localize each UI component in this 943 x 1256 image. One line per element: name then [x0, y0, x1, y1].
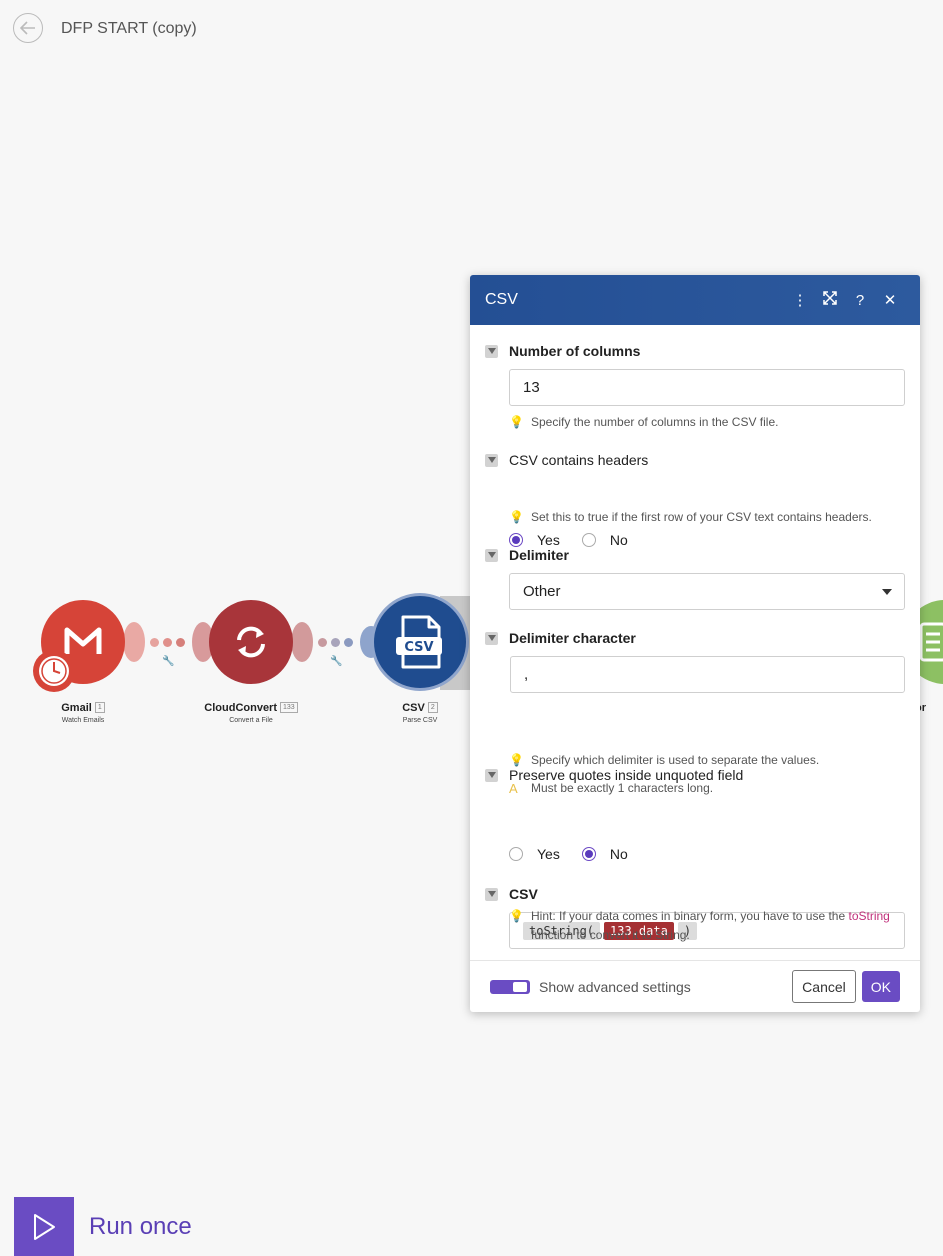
field-preserve-quotes: Preserve quotes inside unquoted field	[485, 767, 743, 783]
connector-dot	[318, 638, 327, 647]
delimiter-character-input[interactable]: ,	[510, 656, 905, 693]
sync-icon	[237, 626, 265, 658]
arrow-left-icon	[20, 21, 35, 35]
collapse-toggle-icon[interactable]	[485, 768, 498, 782]
wrench-icon[interactable]: 🔧	[330, 656, 342, 667]
play-icon	[34, 1213, 55, 1240]
lightbulb-icon: 💡	[509, 510, 524, 524]
module-name: Gmail	[61, 702, 92, 714]
field-label: CSV contains headers	[509, 452, 649, 468]
connector-handle	[123, 622, 145, 662]
connector-dot	[150, 638, 159, 647]
module-badge: 133	[280, 702, 298, 713]
module-name: CloudConvert	[204, 702, 278, 714]
headers-radio-group: Yes No	[509, 532, 650, 548]
collapse-toggle-icon[interactable]	[485, 344, 498, 358]
connector-dot	[344, 638, 353, 647]
field-hint: 💡 Set this to true if the first row of y…	[509, 508, 905, 527]
gmail-module-label: Gmail 1 Watch Emails	[13, 702, 153, 724]
expand-icon[interactable]	[815, 291, 845, 309]
field-contains-headers: CSV contains headers	[485, 452, 648, 468]
radio-label-no[interactable]: No	[610, 846, 628, 862]
dialog-body: Number of columns 13 💡 Specify the numbe…	[470, 325, 920, 961]
radio-label-no[interactable]: No	[610, 532, 628, 548]
ok-button[interactable]: OK	[861, 971, 900, 1002]
wrench-icon[interactable]: 🔧	[162, 656, 174, 667]
module-subtitle: Convert a File	[229, 717, 273, 724]
run-once-label[interactable]: Run once	[89, 1213, 192, 1241]
field-number-of-columns: Number of columns	[485, 343, 640, 359]
delimiter-select[interactable]: Other	[509, 573, 905, 610]
scenario-title: DFP START (copy)	[61, 20, 197, 37]
field-label: Number of columns	[509, 343, 641, 359]
connector-dot	[163, 638, 172, 647]
caret-down-icon	[882, 589, 892, 595]
hint-text: Specify the number of columns in the CSV…	[531, 415, 779, 429]
cloudconvert-module-label: CloudConvert 133 Convert a File	[181, 702, 321, 724]
close-icon[interactable]: ✕	[875, 291, 905, 309]
lightbulb-icon: 💡	[509, 415, 524, 429]
field-hint: 💡 Specify the number of columns in the C…	[509, 413, 905, 432]
csv-module[interactable]: CSV	[374, 596, 466, 688]
hint-text: Set this to true if the first row of you…	[531, 510, 872, 524]
field-label: Delimiter character	[509, 630, 636, 646]
module-subtitle: Parse CSV	[402, 717, 438, 724]
advanced-settings-toggle[interactable]	[490, 979, 530, 994]
field-csv: CSV	[485, 886, 538, 902]
field-delimiter-character: Delimiter character	[485, 630, 636, 646]
connector-handle	[291, 622, 313, 662]
csv-module-label: CSV 2 Parse CSV	[350, 702, 490, 724]
module-badge: 2	[427, 702, 438, 713]
hint-function-name: toString	[848, 909, 890, 923]
list-icon	[919, 622, 943, 662]
more-options-icon[interactable]: ⋮	[785, 291, 815, 309]
dialog-title: CSV	[485, 291, 518, 308]
module-badge: 1	[94, 702, 105, 713]
cancel-button[interactable]: Cancel	[792, 970, 856, 1003]
headers-no-radio[interactable]	[581, 533, 596, 547]
module-name: CSV	[402, 702, 425, 714]
back-button[interactable]	[13, 13, 43, 43]
hint-text: Hint: If your data comes in binary form,…	[531, 907, 905, 945]
connector-dot	[331, 638, 340, 647]
dialog-header: CSV ⋮ ? ✕	[470, 275, 920, 325]
collapse-toggle-icon[interactable]	[485, 453, 498, 467]
radio-label-yes[interactable]: Yes	[537, 532, 560, 548]
preserve-no-radio[interactable]	[581, 847, 596, 861]
schedule-clock-icon[interactable]	[33, 650, 75, 692]
field-label: CSV	[509, 886, 538, 902]
cloudconvert-module[interactable]	[209, 600, 293, 684]
dialog-footer: Show advanced settings Cancel OK	[470, 960, 920, 1012]
module-subtitle: Watch Emails	[61, 717, 105, 724]
collapse-toggle-icon[interactable]	[485, 631, 498, 645]
hint-text-part: function to convert it to String.	[531, 928, 690, 942]
field-label: Preserve quotes inside unquoted field	[509, 767, 744, 783]
collapse-toggle-icon[interactable]	[485, 548, 498, 562]
hint-text-part: Hint: If your data comes in binary form,…	[531, 909, 846, 923]
connector-dot	[176, 638, 185, 647]
headers-yes-radio[interactable]	[509, 533, 523, 547]
help-icon[interactable]: ?	[845, 292, 875, 309]
csv-settings-dialog: CSV ⋮ ? ✕ Number of columns 13 💡 Specify…	[470, 275, 920, 1012]
advanced-settings-label[interactable]: Show advanced settings	[539, 979, 792, 995]
field-hint: 💡 Hint: If your data comes in binary for…	[509, 907, 905, 945]
preserve-quotes-radio-group: Yes No	[509, 846, 650, 862]
run-once-button[interactable]	[14, 1197, 74, 1256]
radio-label-yes[interactable]: Yes	[537, 846, 560, 862]
preserve-yes-radio[interactable]	[509, 847, 523, 861]
collapse-toggle-icon[interactable]	[485, 887, 498, 901]
number-of-columns-input[interactable]: 13	[509, 369, 905, 406]
svg-text:CSV: CSV	[404, 640, 433, 655]
csv-file-icon: CSV	[396, 615, 442, 669]
field-label: Delimiter	[509, 547, 569, 563]
lightbulb-icon: 💡	[509, 909, 524, 923]
field-delimiter: Delimiter	[485, 547, 569, 563]
select-value: Other	[523, 583, 561, 600]
